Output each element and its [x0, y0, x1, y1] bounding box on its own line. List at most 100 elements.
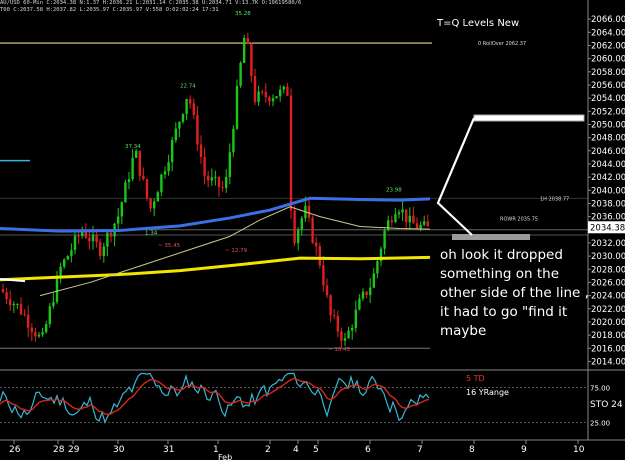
candle-body	[138, 150, 141, 176]
candle-body	[27, 314, 30, 328]
peak-label: ~ 10.45	[328, 347, 351, 353]
candle-body	[73, 235, 77, 251]
candle-body	[59, 266, 62, 276]
candle-body	[63, 259, 66, 267]
candle-body	[124, 182, 127, 203]
candle-body	[9, 299, 12, 306]
candle-body	[264, 91, 267, 98]
month-label: Feb	[218, 453, 232, 460]
price-tick-label: 2044.00	[591, 160, 625, 170]
time-tick-label: 7	[417, 445, 423, 455]
price-tick-label: 2040.00	[591, 186, 625, 196]
candle-body	[282, 86, 285, 90]
candle-body	[214, 176, 217, 178]
candle-body	[307, 205, 311, 218]
candle-body	[99, 242, 102, 257]
candle-body	[210, 177, 213, 181]
peak-label: ~ 35.45	[158, 243, 181, 249]
time-tick-label: 9	[521, 445, 527, 455]
time-tick-label: 6	[365, 445, 371, 455]
candle-body	[271, 98, 275, 102]
candle-body	[300, 218, 303, 230]
header-line-2: T00 C:2037.58 H:2037.82 L:2035.97 C:2035…	[0, 6, 219, 13]
candle-body	[142, 175, 145, 180]
time-tick-label: 4	[293, 445, 299, 455]
candle-body	[34, 331, 37, 337]
price-tick-label: 2018.00	[591, 331, 625, 341]
candle-body	[117, 216, 120, 224]
candle-body	[37, 334, 41, 337]
price-tick-label: 2050.00	[591, 120, 625, 130]
candle-body	[185, 99, 188, 115]
candle-body	[1, 289, 5, 293]
candle-body	[253, 76, 257, 103]
candle-body	[225, 176, 228, 188]
candle-body	[156, 192, 159, 202]
candle-body	[189, 99, 192, 104]
price-tick-label: 2060.00	[591, 55, 625, 65]
candle-body	[383, 230, 386, 249]
candle-body	[372, 273, 375, 288]
candle-body	[268, 97, 271, 102]
candle-body	[5, 292, 8, 300]
candle-body	[365, 291, 368, 296]
candle-body	[243, 37, 246, 63]
price-chart: 0 RollOver 2062.37 1H 2038.77 ROWR 2035.75…	[0, 0, 625, 460]
candle-body	[16, 303, 19, 305]
time-tick-label: 29	[68, 445, 80, 455]
candle-body	[257, 91, 260, 103]
candle-body	[412, 215, 415, 224]
candle-body	[135, 150, 138, 158]
time-tick-label: 30	[113, 445, 125, 455]
candle-body	[261, 91, 264, 93]
candle-body	[52, 301, 55, 307]
candle-body	[19, 303, 23, 315]
chart-header: AU/USD 60-Min C:2034.38 N:1.37 H:2036.21…	[0, 0, 430, 13]
time-tick-label: 10	[573, 445, 585, 455]
candle-body	[397, 212, 401, 215]
candle-body	[293, 210, 296, 244]
chart-title: T=Q Levels New	[437, 18, 520, 29]
rollover-level-label: 0 RollOver 2062.37	[478, 41, 526, 47]
osc-tick-label: 25.00	[590, 420, 610, 428]
price-tick-label: 2016.00	[591, 344, 625, 354]
price-tick-label: 2028.00	[591, 265, 625, 275]
candle-body	[343, 338, 347, 341]
candle-body	[376, 261, 379, 274]
candle-body	[174, 128, 177, 141]
candle-body	[239, 62, 242, 86]
candle-body	[333, 315, 336, 317]
candle-body	[163, 171, 167, 175]
level-rowr-label: ROWR 2035.75	[500, 216, 538, 222]
candle-body	[279, 89, 282, 97]
candle-body	[196, 114, 199, 145]
candle-body	[351, 327, 354, 331]
candle-body	[340, 331, 343, 341]
candle-body	[171, 140, 174, 163]
candle-body	[153, 201, 156, 209]
annotation-box-lower	[452, 234, 530, 240]
osc-label-5td: 5 TD	[466, 374, 485, 383]
candle-body	[246, 37, 249, 45]
chart-stage: 0 RollOver 2062.37 1H 2038.77 ROWR 2035.75…	[0, 0, 625, 460]
candle-body	[192, 103, 195, 115]
candle-body	[336, 316, 339, 332]
price-tick-label: 2048.00	[591, 134, 625, 144]
price-tick-label: 2026.00	[591, 278, 625, 288]
price-tick-label: 2036.00	[591, 213, 625, 223]
candle-body	[66, 255, 69, 260]
candle-body	[77, 235, 80, 237]
peak-label: 23.98	[386, 188, 402, 194]
candle-body	[106, 232, 109, 247]
candle-body	[88, 237, 91, 242]
candle-body	[408, 215, 411, 223]
candle-body	[286, 86, 289, 96]
osc-label-yrange: 16 YRange	[466, 388, 509, 397]
candle-body	[289, 95, 293, 211]
candle-body	[41, 332, 44, 335]
osc-tick-label: 75.00	[590, 385, 610, 393]
price-tick-label: 2062.00	[591, 41, 625, 51]
time-tick-label: 2	[265, 445, 271, 455]
candle-body	[45, 324, 48, 333]
candle-body	[127, 179, 131, 183]
